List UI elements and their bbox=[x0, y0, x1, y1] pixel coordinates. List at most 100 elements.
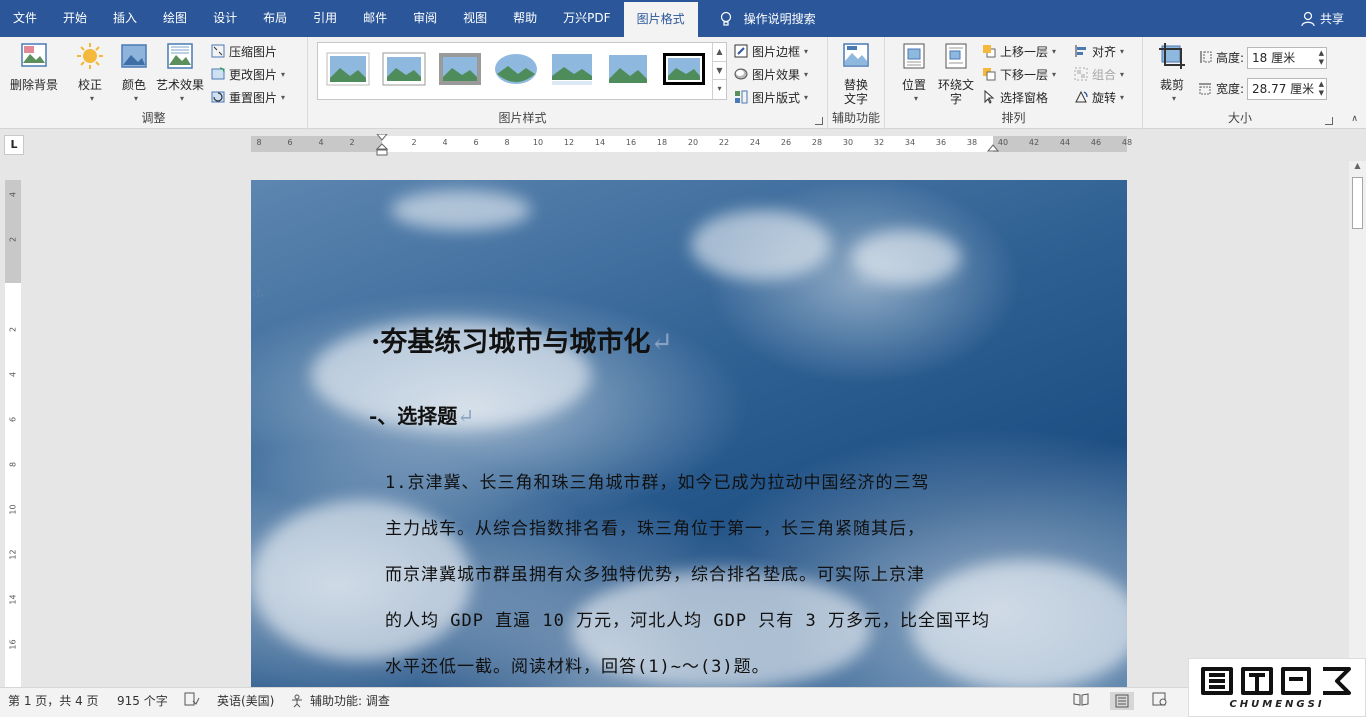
tell-me-search[interactable]: 操作说明搜索 bbox=[718, 10, 816, 27]
share-button[interactable]: 共享 bbox=[1300, 0, 1344, 37]
cloud-shape bbox=[691, 210, 831, 280]
paragraph-line[interactable]: 主力战车。从综合指数排名看，珠三角位于第一，长三角紧随其后， bbox=[385, 514, 925, 539]
gallery-down-button[interactable]: ▼ bbox=[713, 62, 726, 81]
align-label: 对齐 bbox=[1092, 44, 1117, 59]
gallery-up-button[interactable]: ▲ bbox=[713, 43, 726, 62]
collapse-ribbon-icon[interactable]: ∧ bbox=[1351, 114, 1358, 124]
change-picture-button[interactable]: 更改图片 ▾ bbox=[210, 64, 285, 84]
artistic-effects-button[interactable]: 艺术效果 ▾ bbox=[154, 41, 206, 106]
web-layout-icon[interactable] bbox=[1152, 692, 1168, 706]
wrap-text-button[interactable]: 环绕文 字 bbox=[935, 41, 977, 106]
remove-background-button[interactable]: 删除背景 bbox=[6, 41, 62, 92]
picture-layout-button[interactable]: 图片版式 ▾ bbox=[733, 87, 808, 107]
print-layout-icon[interactable] bbox=[1110, 692, 1134, 710]
send-backward-button[interactable]: 下移一层 ▾ bbox=[981, 64, 1056, 84]
proofing-icon[interactable] bbox=[184, 692, 200, 706]
tab-layout[interactable]: 布局 bbox=[250, 0, 300, 37]
document-page[interactable]: ·夯基练习城市与城市化↵ -、选择题↵ 1.京津冀、长三角和珠三角城市群，如今已… bbox=[251, 180, 1127, 687]
picture-layout-icon bbox=[735, 90, 748, 104]
ruler-tick-label: 2 bbox=[411, 138, 417, 147]
tab-home[interactable]: 开始 bbox=[50, 0, 100, 37]
ruler-tick-label: 40 bbox=[997, 138, 1009, 147]
ruler-tick-label: 32 bbox=[873, 138, 885, 147]
align-button[interactable]: 对齐 ▾ bbox=[1073, 41, 1124, 61]
size-launcher[interactable] bbox=[1325, 117, 1333, 125]
tab-draw[interactable]: 绘图 bbox=[150, 0, 200, 37]
bring-forward-button[interactable]: 上移一层 ▾ bbox=[981, 41, 1056, 61]
language-indicator[interactable]: 英语(美国) bbox=[217, 692, 274, 709]
section-heading[interactable]: -、选择题↵ bbox=[369, 400, 474, 429]
style-thumbnail-4[interactable] bbox=[494, 52, 538, 86]
style-thumbnail-2[interactable] bbox=[382, 52, 426, 86]
accessibility-icon bbox=[292, 694, 302, 707]
rotate-button[interactable]: 旋转 ▾ bbox=[1073, 87, 1124, 107]
reset-picture-label: 重置图片 bbox=[229, 90, 278, 105]
group-accessibility: 替换 文字 辅助功能 bbox=[828, 37, 885, 129]
tab-file[interactable]: 文件 bbox=[0, 0, 50, 37]
tab-view[interactable]: 视图 bbox=[450, 0, 500, 37]
paragraph-line[interactable]: 1.京津冀、长三角和珠三角城市群，如今已成为拉动中国经济的三驾 bbox=[385, 468, 929, 493]
paragraph-line[interactable]: 水平还低一截。阅读材料，回答(1)~～(3)题。 bbox=[385, 652, 770, 677]
anchor-icon[interactable]: ⚓ bbox=[252, 285, 265, 301]
ruler-tick-label: 2 bbox=[8, 326, 18, 333]
tab-review[interactable]: 审阅 bbox=[400, 0, 450, 37]
width-spinner[interactable]: ▲ ▼ bbox=[1319, 80, 1324, 98]
style-thumbnail-7-selected[interactable] bbox=[662, 52, 706, 86]
ruler-tick-label: 16 bbox=[8, 639, 18, 650]
style-thumbnail-3[interactable] bbox=[438, 52, 482, 86]
gallery-more-button[interactable]: ▾ bbox=[713, 80, 726, 99]
selection-pane-button[interactable]: 选择窗格 bbox=[981, 87, 1048, 107]
style-thumbnail-1[interactable] bbox=[326, 52, 370, 86]
page-count[interactable]: 第 1 页，共 4 页 bbox=[8, 692, 99, 709]
tab-selector[interactable]: L bbox=[4, 135, 24, 155]
compress-pictures-button[interactable]: 压缩图片 bbox=[210, 41, 277, 61]
scroll-thumb[interactable] bbox=[1352, 177, 1363, 229]
vertical-scrollbar[interactable]: ▲ bbox=[1349, 161, 1366, 687]
ruler-tick-label: 48 bbox=[1121, 138, 1133, 147]
scroll-up-button[interactable]: ▲ bbox=[1349, 161, 1366, 175]
horizontal-ruler[interactable]: 8 6 4 2 2 4 6 8 10 12 14 16 18 20 22 24 26 28 30 32 34 36 38 40… bbox=[251, 134, 1132, 156]
ruler-tick-label: 20 bbox=[687, 138, 699, 147]
style-thumbnail-6[interactable] bbox=[606, 52, 650, 86]
height-label-wrap: 高度: bbox=[1197, 47, 1244, 67]
paragraph-line[interactable]: 的人均 GDP 直逼 10 万元，河北人均 GDP 只有 3 万多元，比全国平均 bbox=[385, 606, 990, 631]
ruler-tick-label: 4 bbox=[8, 191, 18, 198]
picture-border-button[interactable]: 图片边框 ▾ bbox=[733, 41, 808, 61]
send-backward-label: 下移一层 bbox=[1000, 67, 1049, 82]
alt-text-button[interactable]: 替换 文字 bbox=[836, 41, 876, 106]
selection-pane-icon bbox=[984, 89, 995, 104]
tab-picture-format[interactable]: 图片格式 bbox=[623, 0, 698, 37]
word-count[interactable]: 915 个字 bbox=[117, 692, 168, 709]
tab-mailings[interactable]: 邮件 bbox=[350, 0, 400, 37]
tab-wondershare-pdf[interactable]: 万兴PDF bbox=[550, 0, 623, 37]
ruler-tick-label: 6 bbox=[473, 138, 479, 147]
indent-marker-icon[interactable] bbox=[376, 134, 388, 156]
color-picture-icon bbox=[121, 44, 147, 68]
tab-design[interactable]: 设计 bbox=[200, 0, 250, 37]
height-spinner[interactable]: ▲ ▼ bbox=[1319, 49, 1324, 67]
picture-effects-button[interactable]: 图片效果 ▾ bbox=[733, 64, 808, 84]
reset-picture-button[interactable]: 重置图片 ▾ bbox=[210, 87, 285, 107]
tab-insert[interactable]: 插入 bbox=[100, 0, 150, 37]
paragraph-line[interactable]: 而京津冀城市群虽拥有众多独特优势，综合排名垫底。可实际上京津 bbox=[385, 560, 925, 585]
picture-styles-launcher[interactable] bbox=[815, 117, 823, 125]
color-label: 颜色 bbox=[121, 78, 146, 92]
group-objects-button[interactable]: 组合 ▾ bbox=[1073, 64, 1124, 84]
vertical-ruler[interactable]: 4 2 2 4 6 8 10 12 14 16 bbox=[5, 180, 21, 687]
style-thumbnail-5[interactable] bbox=[550, 52, 594, 86]
reset-picture-icon bbox=[211, 91, 225, 103]
pilcrow-mark: ↵ bbox=[457, 404, 475, 428]
width-input[interactable]: 28.77 厘米 ▲ ▼ bbox=[1247, 78, 1327, 100]
ribbon: 删除背景 校正 ▾ 颜色 ▾ 艺术效果 ▾ 压缩图片 更改图片 ▾ 重置图片 ▾… bbox=[0, 37, 1366, 129]
tab-help[interactable]: 帮助 bbox=[500, 0, 550, 37]
corrections-button[interactable]: 校正 ▾ bbox=[70, 41, 110, 106]
document-title[interactable]: ·夯基练习城市与城市化↵ bbox=[371, 320, 673, 359]
position-button[interactable]: 位置 ▾ bbox=[895, 41, 933, 106]
read-mode-icon[interactable] bbox=[1073, 692, 1089, 706]
tab-references[interactable]: 引用 bbox=[300, 0, 350, 37]
accessibility-status[interactable]: 辅助功能: 调查 bbox=[290, 692, 390, 709]
height-input[interactable]: 18 厘米 ▲ ▼ bbox=[1247, 47, 1327, 69]
crop-button[interactable]: 裁剪 ▾ bbox=[1153, 41, 1191, 106]
color-button[interactable]: 颜色 ▾ bbox=[114, 41, 154, 106]
person-icon bbox=[1301, 11, 1315, 26]
